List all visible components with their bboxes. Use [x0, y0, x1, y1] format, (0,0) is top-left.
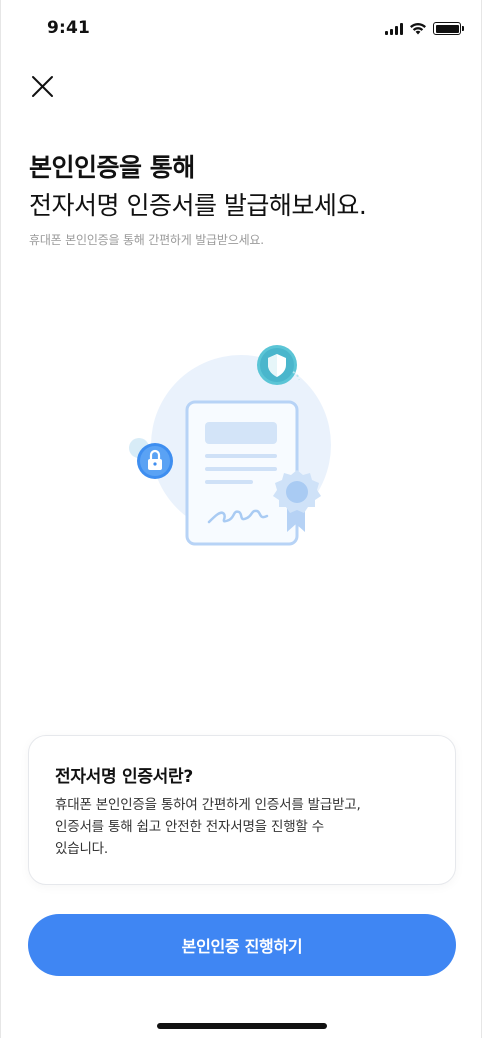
page-title-secondary: 전자서명 인증서를 발급해보세요.	[29, 191, 367, 220]
battery-icon	[433, 22, 464, 35]
status-icons	[385, 22, 464, 35]
status-bar: 9:41	[1, 0, 481, 60]
certificate-illustration	[121, 330, 361, 570]
close-icon	[32, 76, 53, 97]
info-card-line: 있습니다.	[55, 841, 108, 857]
screen: 9:41 본인인증을 통해 전자서명 인증서를 발급해보세요. 휴대폰 본인인증…	[0, 0, 482, 1038]
wifi-icon	[410, 23, 426, 35]
page-subtitle: 휴대폰 본인인증을 통해 간편하게 발급받으세요.	[29, 233, 264, 247]
cellular-signal-icon	[385, 22, 403, 35]
info-card-title: 전자서명 인증서란?	[55, 767, 193, 787]
page-title: 본인인증을 통해	[29, 153, 195, 182]
status-time: 9:41	[47, 18, 91, 38]
info-card-line: 휴대폰 본인인증을 통하여 간편하게 인증서를 발급받고,	[55, 797, 361, 813]
info-card: 전자서명 인증서란? 휴대폰 본인인증을 통하여 간편하게 인증서를 발급받고,…	[28, 735, 456, 885]
info-card-body: 휴대폰 본인인증을 통하여 간편하게 인증서를 발급받고, 인증서를 통해 쉽고…	[55, 794, 445, 860]
close-button[interactable]	[27, 70, 59, 102]
info-card-line: 인증서를 통해 쉽고 안전한 전자서명을 진행할 수	[55, 819, 324, 835]
start-verification-button[interactable]: 본인인증 진행하기	[28, 914, 456, 976]
home-indicator[interactable]	[157, 1023, 327, 1029]
